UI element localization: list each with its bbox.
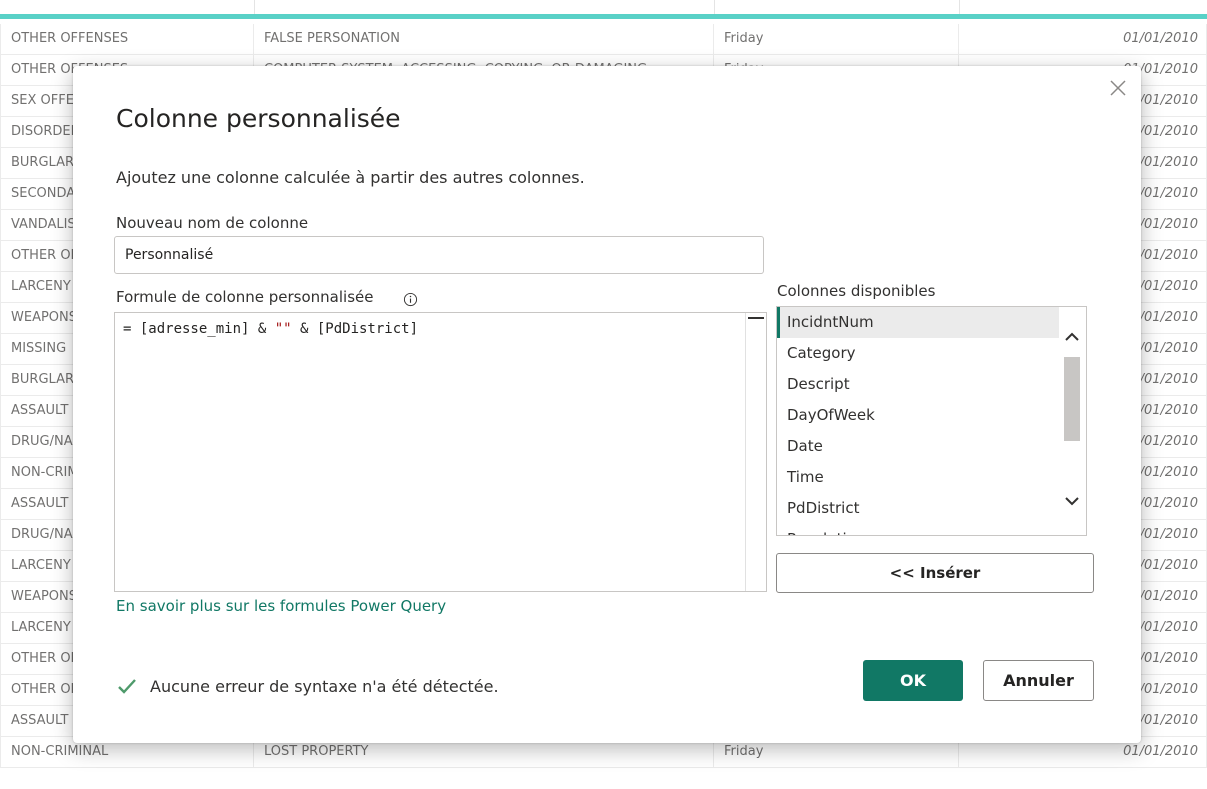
insert-button[interactable]: << Insérer: [776, 553, 1094, 593]
column-name-label: Nouveau nom de colonne: [116, 214, 309, 232]
column-name-input[interactable]: [114, 236, 764, 274]
list-scrollbar[interactable]: [1059, 307, 1086, 535]
column-item[interactable]: PdDistrict: [777, 493, 1086, 524]
column-item[interactable]: Time: [777, 462, 1086, 493]
column-item[interactable]: DayOfWeek: [777, 400, 1086, 431]
available-columns-list[interactable]: IncidntNum Category Descript DayOfWeek Date T…: [776, 306, 1087, 536]
formula-string-literal: "": [274, 321, 292, 337]
available-columns-label: Colonnes disponibles: [777, 282, 936, 300]
column-item[interactable]: IncidntNum: [777, 307, 1086, 338]
learn-more-link[interactable]: En savoir plus sur les formules Power Qu…: [116, 597, 446, 615]
syntax-status-text: Aucune erreur de syntaxe n'a été détecté…: [150, 677, 499, 696]
close-icon[interactable]: [1108, 78, 1128, 98]
dialog-description: Ajoutez une colonne calculée à partir de…: [116, 168, 585, 187]
column-item[interactable]: Descript: [777, 369, 1086, 400]
formula-part: & [PdDistrict]: [291, 321, 419, 337]
dialog-title: Colonne personnalisée: [116, 104, 401, 133]
ok-button[interactable]: OK: [863, 660, 963, 701]
editor-scrollbar[interactable]: [745, 313, 766, 591]
scrollbar-thumb[interactable]: [1064, 357, 1080, 441]
column-item[interactable]: Category: [777, 338, 1086, 369]
cancel-button[interactable]: Annuler: [983, 660, 1094, 701]
formula-editor[interactable]: = [adresse_min] & "" & [PdDistrict]: [114, 312, 767, 592]
custom-column-dialog: Colonne personnalisée Ajoutez une colonn…: [73, 66, 1141, 743]
formula-text: = [adresse_min] & "" & [PdDistrict]: [123, 321, 418, 337]
formula-part: = [adresse_min] &: [123, 321, 275, 337]
formula-label: Formule de colonne personnalisée: [116, 288, 374, 306]
scroll-marker: [748, 317, 764, 319]
chevron-down-icon[interactable]: [1062, 491, 1082, 511]
column-item[interactable]: Date: [777, 431, 1086, 462]
checkmark-icon: [118, 679, 136, 694]
column-items: IncidntNum Category Descript DayOfWeek Date T…: [777, 307, 1086, 535]
chevron-up-icon[interactable]: [1062, 327, 1082, 347]
info-icon[interactable]: [403, 292, 418, 307]
column-item[interactable]: Resolution: [777, 524, 1086, 535]
